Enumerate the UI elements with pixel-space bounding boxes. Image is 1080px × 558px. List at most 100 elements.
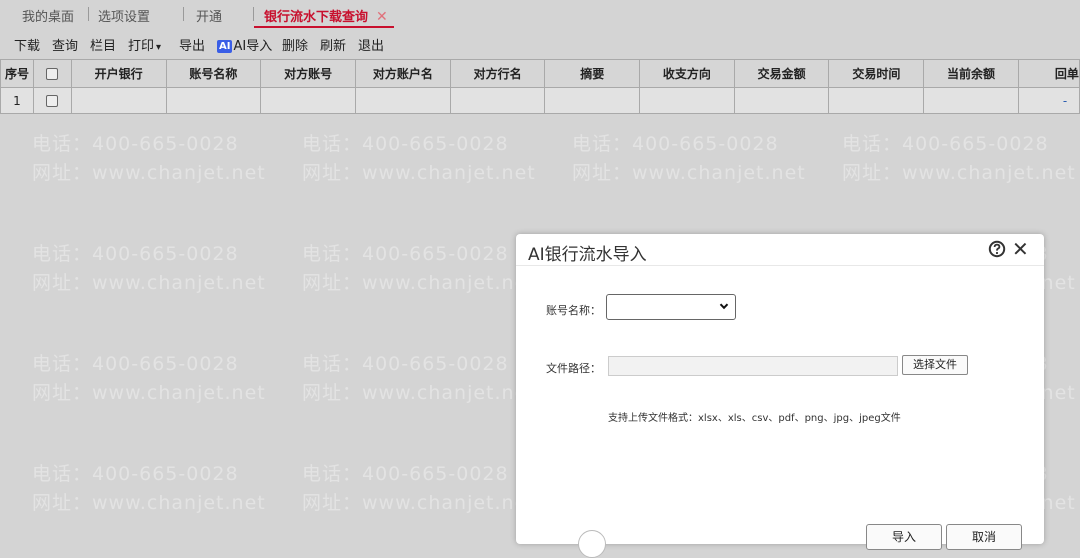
ai-import-dialog: AI银行流水导入 ✕ 账号名称： 文件路径： 选择文件 支持上传文件格式：xls… bbox=[516, 234, 1044, 558]
table-cell[interactable] bbox=[449, 87, 546, 114]
watermark: 电话：400-665-0028 网址：www.chanjet.net bbox=[32, 240, 266, 299]
tab-options[interactable]: 选项设置 bbox=[98, 6, 150, 26]
column-header[interactable]: 对方行名 bbox=[449, 59, 546, 88]
table-cell[interactable] bbox=[165, 87, 262, 114]
tab-open[interactable]: 开通 bbox=[196, 6, 222, 26]
cancel-button[interactable]: 取消 bbox=[946, 524, 1022, 550]
assistant-avatar-icon bbox=[578, 530, 606, 558]
watermark-phone: 电话：400-665-0028 bbox=[842, 133, 1049, 155]
help-icon[interactable] bbox=[988, 240, 1006, 258]
table-cell[interactable] bbox=[828, 87, 925, 114]
table-row[interactable]: 1 - bbox=[0, 87, 1080, 114]
table-header-row: 序号 开户银行 账号名称 对方账号 对方账户名 对方行名 摘要 收支方向 交易金… bbox=[0, 59, 1080, 88]
tab-separator bbox=[183, 7, 184, 21]
watermark-site: 网址：www.chanjet.net bbox=[842, 162, 1076, 185]
watermark-phone: 电话：400-665-0028 bbox=[302, 353, 509, 375]
watermark: 电话：400-665-0028 网址：www.chanjet.net bbox=[32, 130, 266, 189]
chevron-down-icon bbox=[719, 303, 729, 310]
watermark: 电话：400-665-0028 网址：www.chanjet.net bbox=[302, 240, 536, 299]
column-header[interactable]: 摘要 bbox=[544, 59, 641, 88]
toolbar: 下载 查询 栏目 打印 ▾ 导出 AI AI导入 删除 刷新 退出 bbox=[0, 30, 1080, 56]
watermark-site: 网址：www.chanjet.net bbox=[32, 492, 266, 515]
watermark-phone: 电话：400-665-0028 bbox=[302, 463, 509, 485]
query-button[interactable]: 查询 bbox=[52, 35, 78, 54]
watermark-phone: 电话：400-665-0028 bbox=[572, 133, 779, 155]
chevron-down-icon: ▾ bbox=[156, 42, 162, 53]
download-button[interactable]: 下载 bbox=[14, 35, 40, 54]
watermark-site: 网址：www.chanjet.net bbox=[32, 382, 266, 405]
import-button[interactable]: 导入 bbox=[866, 524, 942, 550]
watermark: 电话：400-665-0028 网址：www.chanjet.net bbox=[32, 350, 266, 409]
table-cell[interactable] bbox=[733, 87, 830, 114]
watermark: 电话：400-665-0028 网址：www.chanjet.net bbox=[302, 130, 536, 189]
watermark-phone: 电话：400-665-0028 bbox=[32, 243, 239, 265]
bank-statement-table: 序号 开户银行 账号名称 对方账号 对方账户名 对方行名 摘要 收支方向 交易金… bbox=[0, 59, 1080, 114]
close-tab-icon[interactable]: ✕ bbox=[376, 9, 388, 25]
watermark-phone: 电话：400-665-0028 bbox=[32, 353, 239, 375]
refresh-button[interactable]: 刷新 bbox=[320, 35, 346, 54]
watermark-site: 网址：www.chanjet.net bbox=[302, 272, 536, 295]
ai-import-label: AI导入 bbox=[233, 39, 273, 54]
account-name-select[interactable] bbox=[606, 294, 736, 320]
dialog-title: AI银行流水导入 bbox=[528, 245, 647, 265]
tab-my-desktop[interactable]: 我的桌面 bbox=[22, 6, 74, 26]
column-header[interactable]: 收支方向 bbox=[639, 59, 735, 88]
column-header[interactable]: 对方账户名 bbox=[354, 59, 451, 88]
watermark-site: 网址：www.chanjet.net bbox=[32, 272, 266, 295]
print-button[interactable]: 打印 ▾ bbox=[128, 35, 161, 54]
table-cell[interactable] bbox=[354, 87, 451, 114]
watermark-site: 网址：www.chanjet.net bbox=[32, 162, 266, 185]
select-all-checkbox[interactable] bbox=[46, 68, 59, 80]
ai-import-button[interactable]: AI AI导入 bbox=[217, 35, 272, 54]
watermark: 电话：400-665-0028 网址：www.chanjet.net bbox=[842, 130, 1076, 189]
tab-separator bbox=[253, 7, 254, 21]
watermark-phone: 电话：400-665-0028 bbox=[32, 463, 239, 485]
active-tab-indicator bbox=[254, 26, 394, 28]
file-path-label: 文件路径： bbox=[546, 362, 601, 375]
column-header[interactable]: 交易时间 bbox=[828, 59, 925, 88]
dialog-divider bbox=[516, 265, 1044, 266]
column-header[interactable]: 账号名称 bbox=[165, 59, 262, 88]
watermark-phone: 电话：400-665-0028 bbox=[32, 133, 239, 155]
account-name-label: 账号名称： bbox=[546, 304, 601, 317]
delete-button[interactable]: 删除 bbox=[282, 35, 308, 54]
column-header[interactable]: 回单 bbox=[1017, 59, 1080, 88]
watermark-site: 网址：www.chanjet.net bbox=[302, 382, 536, 405]
watermark-site: 网址：www.chanjet.net bbox=[302, 162, 536, 185]
watermark-site: 网址：www.chanjet.net bbox=[302, 492, 536, 515]
watermark: 电话：400-665-0028 网址：www.chanjet.net bbox=[32, 460, 266, 519]
column-header[interactable]: 序号 bbox=[0, 59, 34, 88]
tab-bank-statement-label: 银行流水下载查询 bbox=[264, 10, 369, 25]
select-all-checkbox-cell[interactable] bbox=[32, 59, 72, 88]
choose-file-button[interactable]: 选择文件 bbox=[902, 355, 968, 375]
file-path-input[interactable] bbox=[608, 356, 898, 376]
column-header[interactable]: 开户银行 bbox=[70, 59, 167, 88]
tab-bank-statement[interactable]: 银行流水下载查询 ✕ bbox=[264, 6, 388, 26]
close-icon[interactable]: ✕ bbox=[1012, 239, 1029, 259]
ai-icon: AI bbox=[217, 40, 233, 53]
table-cell[interactable] bbox=[923, 87, 1019, 114]
receipt-link[interactable]: - bbox=[1017, 87, 1080, 114]
tab-separator bbox=[88, 7, 89, 21]
watermark: 电话：400-665-0028 网址：www.chanjet.net bbox=[572, 130, 806, 189]
watermark: 电话：400-665-0028 网址：www.chanjet.net bbox=[302, 350, 536, 409]
table-cell[interactable] bbox=[544, 87, 641, 114]
export-button[interactable]: 导出 bbox=[179, 35, 205, 54]
supported-formats-hint: 支持上传文件格式：xlsx、xls、csv、pdf、png、jpg、jpeg文件 bbox=[608, 413, 901, 424]
watermark: 电话：400-665-0028 网址：www.chanjet.net bbox=[302, 460, 536, 519]
table-cell[interactable] bbox=[70, 87, 167, 114]
row-checkbox[interactable] bbox=[46, 95, 59, 107]
row-index: 1 bbox=[0, 87, 34, 114]
watermark-phone: 电话：400-665-0028 bbox=[302, 243, 509, 265]
print-label: 打印 bbox=[128, 39, 155, 54]
tab-bar: 我的桌面 选项设置 开通 银行流水下载查询 ✕ bbox=[0, 0, 1080, 30]
exit-button[interactable]: 退出 bbox=[358, 35, 384, 54]
columns-button[interactable]: 栏目 bbox=[90, 35, 116, 54]
column-header[interactable]: 当前余额 bbox=[923, 59, 1019, 88]
column-header[interactable]: 对方账号 bbox=[260, 59, 356, 88]
column-header[interactable]: 交易金额 bbox=[733, 59, 830, 88]
table-cell[interactable] bbox=[260, 87, 356, 114]
table-cell[interactable] bbox=[639, 87, 735, 114]
watermark-site: 网址：www.chanjet.net bbox=[572, 162, 806, 185]
row-checkbox-cell[interactable] bbox=[32, 87, 72, 114]
